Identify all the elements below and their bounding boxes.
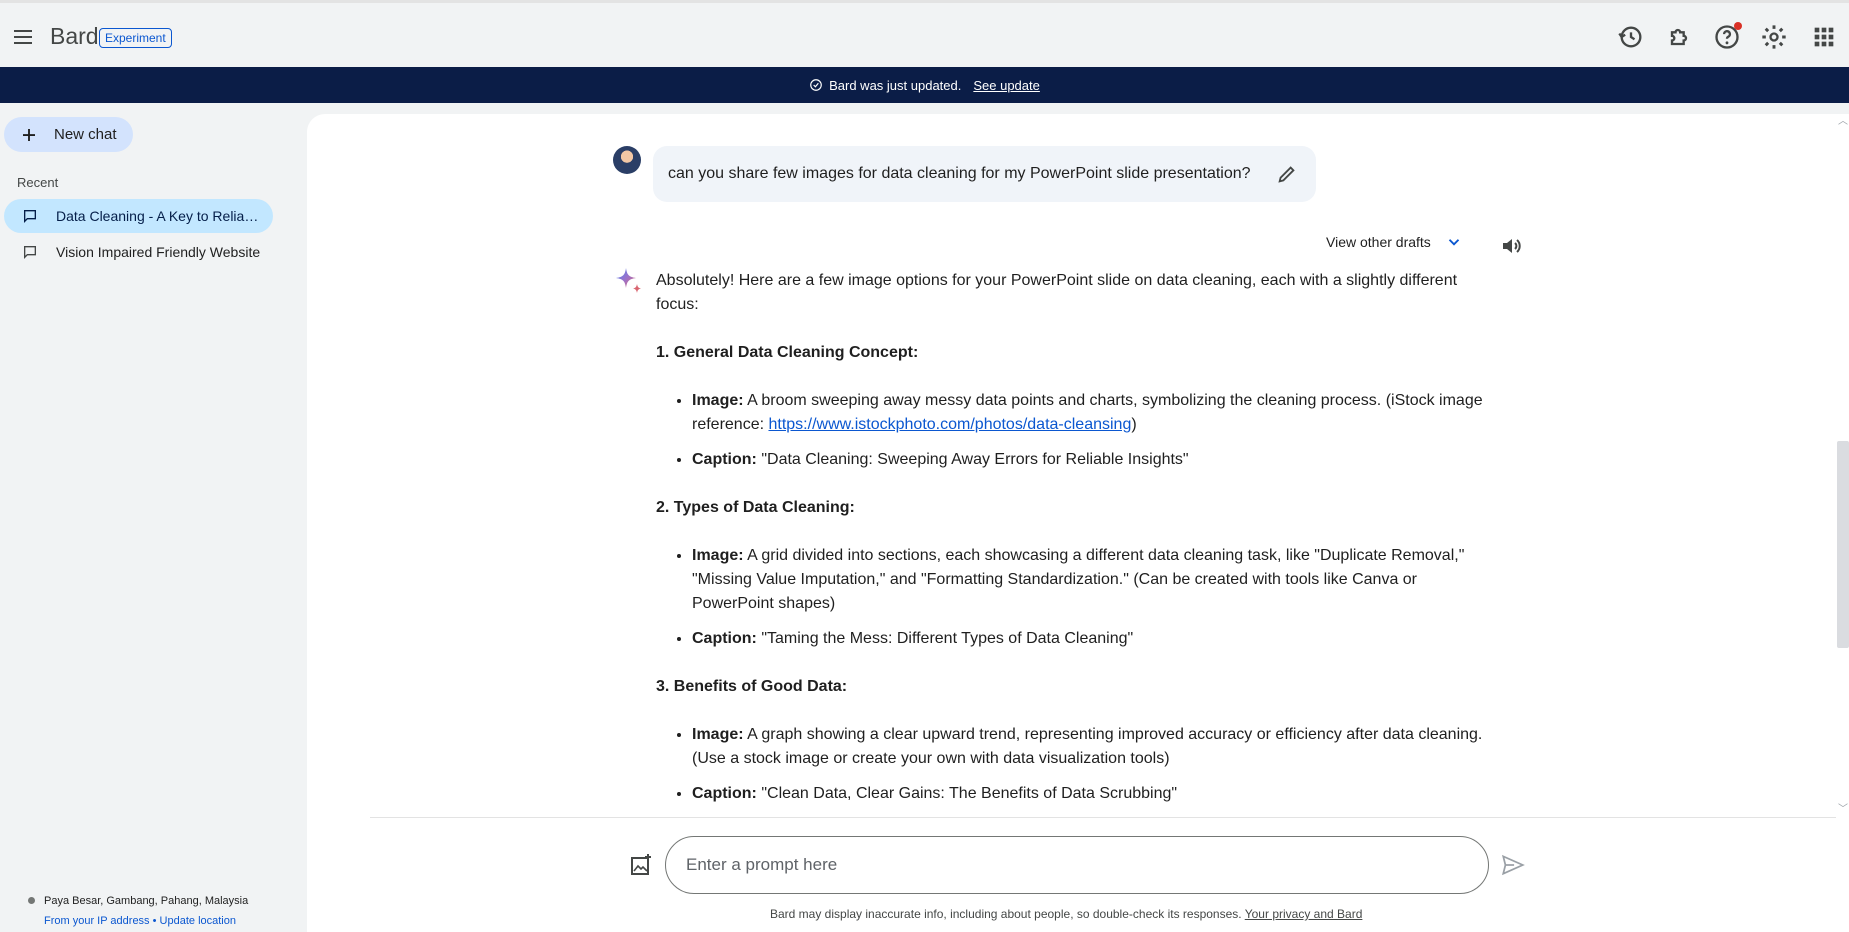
hamburger-menu-icon[interactable]: [11, 25, 35, 49]
caption-item: Caption: "Clean Data, Clear Gains: The B…: [692, 782, 1501, 806]
caption-label: Caption:: [692, 451, 757, 468]
image-description: A graph showing a clear upward trend, re…: [692, 726, 1483, 767]
recent-chat-item[interactable]: Data Cleaning - A Key to Reliable Insigh…: [4, 199, 273, 233]
history-icon[interactable]: [1617, 23, 1645, 51]
caption-text: "Taming the Mess: Different Types of Dat…: [761, 630, 1134, 647]
location-links: From your IP address • Update location: [44, 915, 236, 927]
image-tail: ): [1131, 416, 1137, 433]
image-description: A grid divided into sections, each showc…: [692, 547, 1465, 612]
banner-text: Bard was just updated.: [829, 77, 962, 93]
update-banner: Bard was just updated. See update: [0, 67, 1849, 103]
verified-check-icon: [810, 79, 822, 91]
user-prompt-bubble: can you share few images for data cleani…: [653, 146, 1316, 202]
experiment-badge: Experiment: [99, 28, 172, 48]
extensions-icon[interactable]: [1665, 23, 1693, 51]
recent-chat-item[interactable]: Vision Impaired Friendly Website: [4, 235, 273, 269]
disclaimer-footer: Bard may display inaccurate info, includ…: [770, 907, 1362, 921]
recent-chat-label: Data Cleaning - A Key to Reliable Insigh…: [56, 208, 266, 224]
image-label: Image:: [692, 726, 744, 743]
new-chat-label: New chat: [54, 126, 117, 143]
section-heading: 1. General Data Cleaning Concept:: [656, 344, 919, 361]
app-title[interactable]: Bard: [50, 23, 99, 50]
response-intro: Absolutely! Here are a few image options…: [656, 272, 1458, 313]
recent-heading: Recent: [17, 175, 59, 190]
notification-dot: [1734, 22, 1742, 30]
image-item: Image: A broom sweeping away messy data …: [692, 389, 1501, 437]
plus-icon: [23, 128, 35, 141]
caption-label: Caption:: [692, 785, 757, 802]
speaker-icon[interactable]: [1500, 234, 1524, 258]
image-label: Image:: [692, 547, 744, 564]
section-list: Image: A broom sweeping away messy data …: [692, 389, 1501, 472]
section-list: Image: A graph showing a clear upward tr…: [692, 723, 1501, 806]
chat-bubble-icon: [24, 210, 36, 223]
top-app-bar: Bard Experiment: [0, 0, 1849, 67]
location-separator: •: [152, 915, 157, 927]
bard-response: Absolutely! Here are a few image options…: [656, 269, 1501, 814]
update-location-link[interactable]: Update location: [160, 915, 236, 927]
user-prompt-text: can you share few images for data cleani…: [668, 165, 1251, 182]
chevron-down-icon: [1448, 239, 1459, 246]
send-icon[interactable]: [1500, 852, 1526, 878]
caption-label: Caption:: [692, 630, 757, 647]
image-item: Image: A graph showing a clear upward tr…: [692, 723, 1501, 771]
apps-grid-icon[interactable]: [1810, 23, 1838, 51]
section-list: Image: A grid divided into sections, eac…: [692, 544, 1501, 651]
istock-link[interactable]: https://www.istockphoto.com/photos/data-…: [768, 416, 1131, 433]
location-dot-icon: [28, 897, 35, 904]
image-label: Image:: [692, 392, 744, 409]
bard-sparkle-icon: [616, 268, 641, 293]
view-other-drafts-button[interactable]: View other drafts: [1326, 233, 1463, 251]
caption-text: "Data Cleaning: Sweeping Away Errors for…: [761, 451, 1189, 468]
ip-address-link[interactable]: From your IP address: [44, 915, 150, 927]
view-drafts-label: View other drafts: [1326, 234, 1431, 250]
recent-chat-label: Vision Impaired Friendly Website: [56, 244, 261, 260]
scroll-up-arrow-icon[interactable]: ︿: [1837, 116, 1849, 128]
location-text: Paya Besar, Gambang, Pahang, Malaysia: [44, 895, 249, 907]
new-chat-button[interactable]: New chat: [4, 117, 133, 152]
caption-item: Caption: "Data Cleaning: Sweeping Away E…: [692, 448, 1501, 472]
privacy-link[interactable]: Your privacy and Bard: [1245, 907, 1363, 921]
edit-pencil-icon[interactable]: [1276, 163, 1298, 185]
chat-bubble-icon: [24, 246, 36, 259]
user-avatar: [613, 146, 641, 174]
section-heading: 2. Types of Data Cleaning:: [656, 499, 855, 516]
caption-text: "Clean Data, Clear Gains: The Benefits o…: [761, 785, 1178, 802]
disclaimer-text: Bard may display inaccurate info, includ…: [770, 907, 1242, 921]
image-upload-icon[interactable]: [629, 853, 653, 877]
scroll-down-arrow-icon[interactable]: ﹀: [1837, 804, 1849, 816]
see-update-link[interactable]: See update: [973, 78, 1040, 93]
settings-icon[interactable]: [1760, 23, 1788, 51]
section-heading: 3. Benefits of Good Data:: [656, 678, 848, 695]
location-info: Paya Besar, Gambang, Pahang, Malaysia: [28, 895, 248, 907]
prompt-input[interactable]: [665, 836, 1489, 894]
image-item: Image: A grid divided into sections, eac…: [692, 544, 1501, 616]
caption-item: Caption: "Taming the Mess: Different Typ…: [692, 627, 1501, 651]
scrollbar-thumb[interactable]: [1837, 441, 1849, 648]
input-divider: [370, 817, 1836, 818]
